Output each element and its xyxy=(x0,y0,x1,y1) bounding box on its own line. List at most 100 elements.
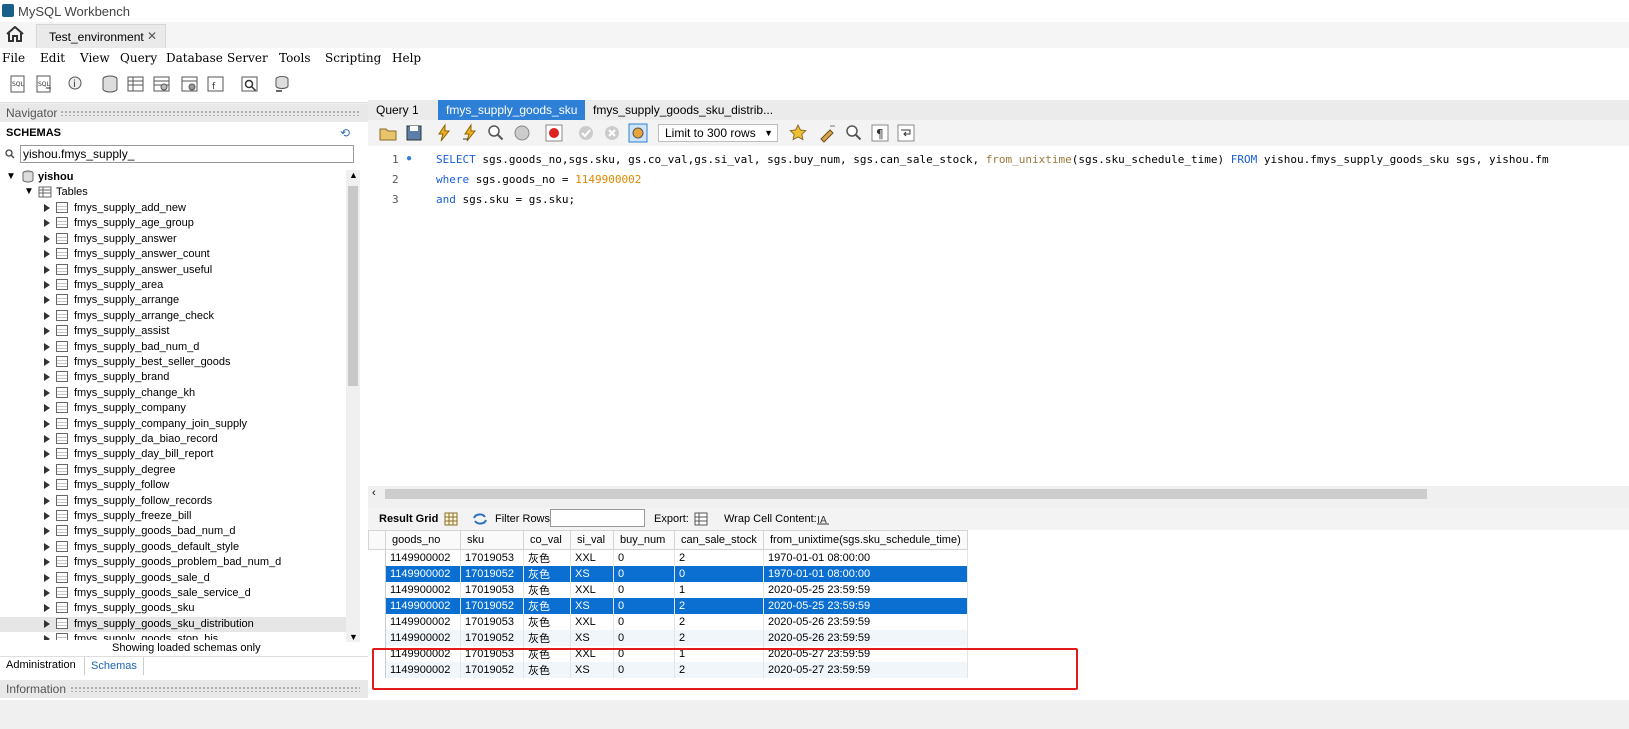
toggle-error-stop-icon[interactable] xyxy=(544,123,564,143)
expand-arrow-icon[interactable] xyxy=(44,388,50,397)
find-icon[interactable] xyxy=(844,123,864,143)
expand-arrow-icon[interactable] xyxy=(44,265,50,274)
expand-arrow-icon[interactable] xyxy=(44,358,50,366)
table-node[interactable]: fmys_supply_add_new xyxy=(0,201,346,216)
table-cell[interactable]: 2 xyxy=(674,614,764,630)
column-header-goods-no[interactable]: goods_no xyxy=(385,530,461,550)
row-header[interactable] xyxy=(368,549,386,566)
stop-icon[interactable] xyxy=(512,123,532,143)
tables-node[interactable]: ▼ Tables xyxy=(0,185,346,200)
wrap-cell-icon[interactable]: IA xyxy=(816,512,830,526)
create-view-icon[interactable] xyxy=(152,74,172,94)
expand-arrow-icon[interactable] xyxy=(44,589,50,597)
table-cell[interactable]: 0 xyxy=(613,566,675,582)
create-procedure-icon[interactable] xyxy=(180,74,200,94)
editor-horizontal-scrollbar[interactable]: ‹ xyxy=(368,486,1629,502)
table-node[interactable]: fmys_supply_follow xyxy=(0,478,346,493)
table-row[interactable]: ▶ 1149900002 17019052 灰色 XS 0 2 2020-05-25 23:5… xyxy=(368,598,968,614)
word-wrap-icon[interactable] xyxy=(896,123,916,143)
refresh-schemas-icon[interactable]: ⟲ xyxy=(340,126,350,140)
expand-arrow-icon[interactable] xyxy=(44,281,50,289)
table-cell[interactable]: 17019053 xyxy=(460,549,524,566)
table-node[interactable]: fmys_supply_company_join_supply xyxy=(0,417,346,432)
table-cell[interactable]: 1149900002 xyxy=(385,582,461,598)
refresh-results-icon[interactable] xyxy=(472,512,488,526)
table-cell[interactable]: 1149900002 xyxy=(385,630,461,646)
table-cell[interactable]: 1970-01-01 08:00:00 xyxy=(763,549,968,566)
column-header-sku[interactable]: sku xyxy=(460,530,524,550)
table-cell[interactable]: 灰色 xyxy=(523,549,571,566)
menu-tools[interactable]: Tools xyxy=(279,51,311,65)
table-cell[interactable]: 17019053 xyxy=(460,582,524,598)
menu-database[interactable]: Database xyxy=(166,51,223,65)
schema-filter-input[interactable] xyxy=(20,145,354,163)
table-cell[interactable]: XS xyxy=(570,598,614,614)
table-cell[interactable]: XS xyxy=(570,630,614,646)
export-icon[interactable] xyxy=(694,511,710,527)
result-grid-tab[interactable]: Result Grid xyxy=(379,513,438,525)
expand-arrow-icon[interactable] xyxy=(44,234,50,243)
invisible-chars-icon[interactable]: ¶ xyxy=(870,123,890,143)
table-node[interactable]: fmys_supply_assist xyxy=(0,324,346,339)
table-node[interactable]: fmys_supply_arrange_check xyxy=(0,309,346,324)
expand-arrow-icon[interactable] xyxy=(44,450,50,459)
column-header-schedule-time[interactable]: from_unixtime(sgs.sku_schedule_time) xyxy=(763,530,968,550)
row-header[interactable] xyxy=(368,566,386,582)
scrollbar-thumb[interactable] xyxy=(348,186,358,386)
table-cell[interactable]: 1149900002 xyxy=(385,614,461,630)
table-cell[interactable]: 17019052 xyxy=(460,566,524,582)
table-cell[interactable]: 灰色 xyxy=(523,598,571,614)
table-node[interactable]: fmys_supply_goods_bad_num_d xyxy=(0,524,346,539)
tab-administration[interactable]: Administration xyxy=(6,659,76,671)
menu-edit[interactable]: Edit xyxy=(40,51,65,65)
expand-arrow-icon[interactable] xyxy=(44,435,50,443)
row-header[interactable] xyxy=(368,614,386,630)
tab-fmys-supply-goods-sku-distribution[interactable]: fmys_supply_goods_sku_distrib... xyxy=(585,100,781,120)
expand-arrow-icon[interactable] xyxy=(44,465,50,474)
column-header-can-sale-stock[interactable]: can_sale_stock xyxy=(674,530,764,550)
menu-scripting[interactable]: Scripting xyxy=(325,51,381,65)
scroll-down-icon[interactable]: ▼ xyxy=(349,632,358,642)
menu-view[interactable]: View xyxy=(80,51,110,65)
table-cell[interactable]: 1970-01-01 08:00:00 xyxy=(763,566,968,582)
tab-fmys-supply-goods-sku[interactable]: fmys_supply_goods_sku ✕ xyxy=(438,100,585,137)
expand-arrow-icon[interactable] xyxy=(44,635,50,640)
column-header-si-val[interactable]: si_val xyxy=(570,530,614,550)
expand-arrow-icon[interactable] xyxy=(44,527,50,536)
commit-icon[interactable] xyxy=(576,123,596,143)
expand-arrow-icon[interactable] xyxy=(44,219,50,228)
table-cell[interactable]: 1149900002 xyxy=(385,566,461,582)
expand-arrow-icon[interactable] xyxy=(44,512,50,520)
table-cell[interactable]: 1 xyxy=(674,582,764,598)
add-snippet-icon[interactable] xyxy=(788,123,808,143)
row-header[interactable]: ▶ xyxy=(368,598,386,614)
close-icon[interactable]: ✕ xyxy=(147,29,157,43)
expand-arrow-icon[interactable] xyxy=(44,604,50,613)
sql-editor[interactable]: 1 ● 2 3 SELECT sgs.goods_no,sgs.sku, gs.… xyxy=(368,146,1629,486)
table-cell[interactable]: 2020-05-25 23:59:59 xyxy=(763,598,968,614)
expand-arrow-icon[interactable] xyxy=(44,496,50,505)
table-cell[interactable]: 0 xyxy=(613,549,675,566)
row-header[interactable] xyxy=(368,630,386,646)
table-node[interactable]: fmys_supply_goods_stop_his xyxy=(0,632,346,640)
table-cell[interactable]: 17019052 xyxy=(460,598,524,614)
expand-arrow-icon[interactable] xyxy=(44,311,50,320)
table-cell[interactable]: 0 xyxy=(613,614,675,630)
table-cell[interactable]: 2 xyxy=(674,598,764,614)
table-node[interactable]: fmys_supply_degree xyxy=(0,463,346,478)
column-header-co-val[interactable]: co_val xyxy=(523,530,571,550)
table-node[interactable]: fmys_supply_area xyxy=(0,278,346,293)
expand-arrow-icon[interactable] xyxy=(44,419,50,428)
table-node[interactable]: fmys_supply_brand xyxy=(0,370,346,385)
reconnect-icon[interactable] xyxy=(272,74,292,94)
scroll-up-icon[interactable]: ▲ xyxy=(349,170,358,180)
execute-icon[interactable] xyxy=(434,123,454,143)
rollback-icon[interactable] xyxy=(602,123,622,143)
expand-arrow-icon[interactable] xyxy=(44,204,50,212)
table-cell[interactable]: 2 xyxy=(674,630,764,646)
autocommit-icon[interactable] xyxy=(628,123,648,143)
expand-arrow-icon[interactable] xyxy=(44,250,50,259)
scrollbar-thumb[interactable] xyxy=(385,489,1427,499)
table-cell[interactable]: XXL xyxy=(570,614,614,630)
table-node[interactable]: fmys_supply_da_biao_record xyxy=(0,432,346,447)
